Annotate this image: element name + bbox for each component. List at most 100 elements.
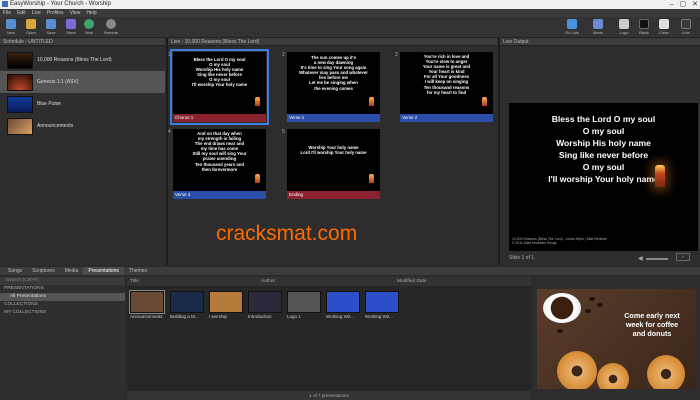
slide-lyrics: And on that day when my strength is fail…	[173, 129, 266, 191]
slide-counter: Slide 1 of 1	[509, 255, 535, 261]
output-lyrics: Bless the Lord O my soul O my soul Worsh…	[548, 114, 659, 184]
go-live-icon	[567, 19, 577, 29]
presentation-thumbnail	[248, 291, 282, 313]
live-icon	[681, 19, 691, 29]
slide-label: Verse 3	[173, 191, 266, 199]
logo-button[interactable]: Logo	[615, 19, 633, 37]
slide-thumbnail[interactable]: 4 And on that day when my strength is fa…	[168, 129, 266, 199]
store-button[interactable]: Store	[62, 19, 80, 37]
save-button[interactable]: Save	[42, 19, 60, 37]
slide-thumbnail[interactable]: 5 Worship Your holy name Lord I'll worsh…	[282, 129, 380, 199]
donut-image	[557, 351, 597, 389]
announcement-text: Come early next week for coffee and donu…	[624, 311, 680, 338]
presentation-thumbnail	[209, 291, 243, 313]
presentation-item[interactable]: Introduction	[248, 291, 282, 321]
candle-image	[369, 174, 374, 183]
presentation-item[interactable]: Building a M...	[170, 291, 204, 321]
schedule-item[interactable]: Blue Pulse	[0, 93, 165, 115]
slide-lyrics: Worship Your holy name Lord I'll worship…	[287, 129, 380, 191]
menu-help[interactable]: Help	[86, 9, 96, 17]
store-icon	[66, 19, 76, 29]
easyworship-window: EasyWorship - Your Church - Worship – ▢ …	[0, 0, 700, 400]
presentation-thumbnail	[129, 290, 165, 314]
title-bar: EasyWorship - Your Church - Worship – ▢ …	[0, 0, 700, 9]
slide-thumbnail[interactable]: 2 The sun comes up it's a new day dawnin…	[282, 52, 380, 122]
go-live-button[interactable]: Go Live	[563, 19, 581, 37]
web-icon	[84, 19, 94, 29]
tab-media[interactable]: Media	[60, 267, 84, 275]
menu-live[interactable]: Live	[32, 9, 41, 17]
volume-icon[interactable]: ◀	[638, 255, 643, 262]
schedule-thumbnail	[7, 73, 33, 91]
search-input[interactable]: Search (Ctrl+F)	[0, 277, 125, 285]
new-button[interactable]: New	[2, 19, 20, 37]
tab-scriptures[interactable]: Scriptures	[27, 267, 60, 275]
alerts-icon	[593, 19, 603, 29]
presentation-item[interactable]: I worship	[209, 291, 243, 321]
column-modified[interactable]: Modified Date	[397, 277, 427, 286]
black-icon	[639, 19, 649, 29]
coffee-bean	[597, 303, 603, 307]
coffee-bean	[585, 309, 591, 313]
candle-image	[655, 165, 665, 187]
donut-image	[597, 363, 629, 389]
next-slide-button[interactable]: ›	[676, 253, 690, 261]
column-header-row: Title Author Modified Date	[127, 277, 531, 286]
coffee-bean	[557, 329, 563, 333]
live-button[interactable]: Live	[677, 19, 695, 37]
coffee-bean	[589, 297, 595, 301]
menu-file[interactable]: File	[3, 9, 11, 17]
alerts-button[interactable]: Alerts	[589, 19, 607, 37]
window-title: EasyWorship - Your Church - Worship	[10, 1, 111, 7]
presentations-list: Title Author Modified Date Announcements…	[127, 277, 531, 400]
schedule-thumbnail	[7, 117, 33, 135]
remote-button[interactable]: Remote	[102, 19, 120, 37]
open-icon	[26, 19, 36, 29]
toolbar: New Open Save Store Web Remote Go Live A…	[0, 17, 700, 38]
clear-icon	[659, 19, 669, 29]
slide-thumbnail[interactable]: 3 You're rich in love and You're slow to…	[395, 52, 493, 122]
schedule-thumbnail	[7, 95, 33, 113]
menu-bar: File Edit Live Profiles View Help	[0, 9, 700, 17]
slide-thumbnail[interactable]: 1 Bless the Lord O my soul O my soul Wor…	[168, 49, 269, 125]
presentation-item[interactable]: Working Wit...	[326, 291, 360, 321]
web-button[interactable]: Web	[80, 19, 98, 37]
presentation-item[interactable]: Working Wit...	[365, 291, 399, 321]
column-author[interactable]: Author	[261, 277, 275, 286]
tree-item-all-presentations[interactable]: All Presentations	[0, 293, 125, 301]
tree-item-my-collections[interactable]: MY COLLECTIONS	[0, 309, 125, 317]
schedule-item[interactable]: Genesis 1:1 (ASV)	[0, 71, 165, 93]
tab-presentations[interactable]: Presentations	[83, 267, 124, 275]
menu-profiles[interactable]: Profiles	[47, 9, 64, 17]
close-button[interactable]: ✕	[692, 0, 698, 9]
black-button[interactable]: Black	[635, 19, 653, 37]
presentation-thumbnail	[170, 291, 204, 313]
live-header: Live - 10,000 Reasons (Bless The Lord)	[168, 38, 497, 46]
menu-view[interactable]: View	[70, 9, 81, 17]
schedule-item[interactable]: Announcements	[0, 115, 165, 137]
maximize-button[interactable]: ▢	[680, 0, 687, 9]
app-icon	[2, 1, 8, 7]
live-output-header: Live Output	[500, 38, 700, 46]
minimize-button[interactable]: –	[670, 0, 674, 9]
slide-lyrics: The sun comes up it's a new day dawning …	[287, 52, 380, 114]
tree-item-collections[interactable]: COLLECTIONS	[0, 301, 125, 309]
volume-slider[interactable]	[646, 258, 668, 260]
presentation-thumbnail	[365, 291, 399, 313]
slide-label: Verse 1	[287, 114, 380, 122]
open-button[interactable]: Open	[22, 19, 40, 37]
column-title[interactable]: Title	[130, 277, 139, 286]
presentation-item[interactable]: Logo 1	[287, 291, 321, 321]
schedule-item[interactable]: 10,000 Reasons (Bless The Lord)	[0, 49, 165, 71]
slide-label: Chorus 1	[173, 114, 266, 122]
tree-item-presentations[interactable]: PRESENTATIONS	[0, 285, 125, 293]
tab-songs[interactable]: Songs	[3, 267, 27, 275]
save-icon	[46, 19, 56, 29]
slide-lyrics: Bless the Lord O my soul O my soul Worsh…	[173, 52, 266, 114]
presentation-item[interactable]: Announcements	[129, 290, 165, 321]
song-credit: 10,000 Reasons (Bless The Lord) - Jonas …	[512, 237, 608, 245]
clear-button[interactable]: Clear	[655, 19, 673, 37]
library-tree: Search (Ctrl+F) PRESENTATIONS All Presen…	[0, 277, 125, 400]
menu-edit[interactable]: Edit	[17, 9, 26, 17]
tab-themes[interactable]: Themes	[124, 267, 152, 275]
